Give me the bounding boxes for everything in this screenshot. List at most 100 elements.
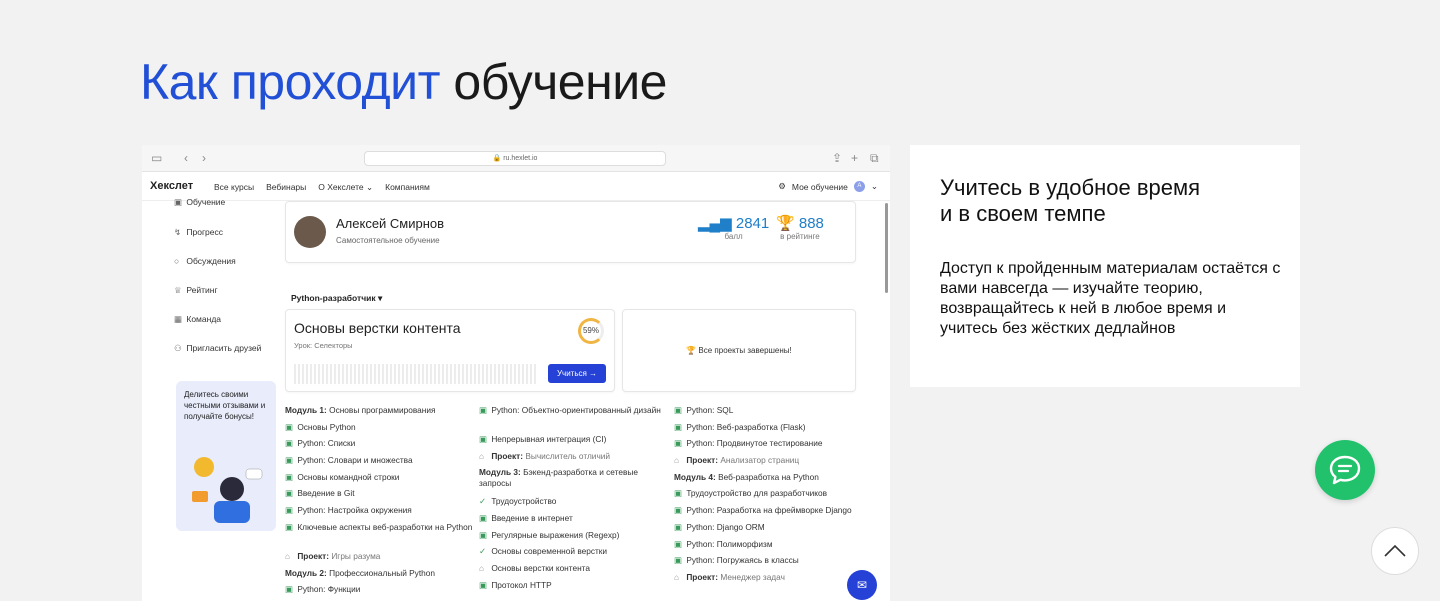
book-icon: ▣ bbox=[479, 579, 487, 590]
user-card: Алексей Смирнов Самостоятельное обучение… bbox=[285, 201, 856, 263]
module-heading: Модуль 3: Бэкенд-разработка и сетевые за… bbox=[479, 467, 638, 489]
url-bar: 🔒 ru.hexlet.io bbox=[364, 151, 666, 166]
lesson-item: ⌂ Основы верстки контента bbox=[479, 563, 590, 574]
site-logo: Хекслет bbox=[150, 180, 194, 192]
lesson-item: ▣ Python: Продвинутое тестирование bbox=[674, 438, 823, 449]
sidebar-item-team: ▦ Команда bbox=[174, 314, 222, 324]
back-icon: ‹ bbox=[184, 151, 188, 165]
url-text: ru.hexlet.io bbox=[503, 155, 538, 162]
lesson-item: ▣ Непрерывная интеграция (CI) bbox=[479, 434, 607, 444]
lesson-item: ▣ Введение в Git bbox=[285, 488, 355, 499]
lesson-item: ▣ Python: Погружаясь в классы bbox=[674, 555, 799, 566]
chat-button[interactable] bbox=[1315, 440, 1375, 500]
lesson-item: ▣ Протокол HTTP bbox=[479, 579, 552, 590]
sidebar-item-learning: ▣ Обучение bbox=[174, 197, 226, 207]
module-heading: Модуль 2: Профессиональный Python bbox=[285, 567, 435, 578]
project-item: ⌂ Проект: Вычислитель отличий bbox=[479, 450, 611, 461]
user-photo bbox=[294, 216, 326, 248]
course-lesson: Урок: Селекторы bbox=[294, 341, 353, 350]
sidebar-item-rating: ♕ Рейтинг bbox=[174, 285, 218, 295]
lesson-item: ▣ Python: Функции bbox=[285, 584, 361, 595]
book-icon: ▣ bbox=[674, 538, 682, 549]
rank-value: 888 bbox=[798, 215, 824, 232]
sidebar-item-progress: ↯ Прогресс bbox=[174, 227, 223, 237]
lesson-item: ▣ Python: Полиморфизм bbox=[674, 538, 773, 549]
promo-banner: Делитесь своими честными отзывами и полу… bbox=[176, 381, 276, 531]
lock-icon: ⌂ bbox=[674, 571, 680, 582]
score-label: балл bbox=[724, 232, 743, 241]
chat-icon: ○ bbox=[174, 256, 180, 266]
nav-link-companies: Компаниям bbox=[385, 182, 430, 192]
book-icon: ▣ bbox=[479, 529, 487, 540]
book-icon: ▣ bbox=[285, 455, 293, 466]
book-icon: ▣ bbox=[174, 197, 183, 207]
platform-screenshot: ▭ ‹ › 🔒 ru.hexlet.io ⇪ + ⧉ Хекслет Все к… bbox=[142, 145, 890, 601]
my-learning-label: Мое обучение bbox=[791, 181, 848, 192]
project-item: ⌂ Проект: Менеджер задач bbox=[674, 571, 785, 582]
lock-icon: ⌂ bbox=[285, 550, 291, 561]
scrollbar bbox=[885, 203, 888, 293]
rank-stat: 🏆 888 в рейтинге bbox=[776, 214, 824, 241]
book-icon: ▣ bbox=[674, 505, 682, 516]
lesson-item: ▣ Python: Словари и множества bbox=[285, 455, 413, 466]
title-rest: обучение bbox=[453, 54, 667, 110]
lesson-item: ▣ Python: Списки bbox=[285, 438, 356, 449]
book-icon: ▣ bbox=[479, 405, 487, 415]
learning-mode: Самостоятельное обучение bbox=[336, 236, 440, 245]
avatar: A bbox=[853, 181, 865, 192]
chevron-down-icon: ⌄ bbox=[870, 181, 878, 191]
book-icon: ▣ bbox=[285, 421, 293, 432]
check-icon: ✓ bbox=[479, 546, 486, 557]
lesson-item: ▣ Ключевые аспекты веб-разработки на Pyt… bbox=[285, 521, 473, 532]
book-icon: ▣ bbox=[674, 555, 682, 566]
modules-column-1: Модуль 1: Основы программирования ▣ Основ… bbox=[285, 405, 475, 601]
book-icon: ▣ bbox=[285, 521, 293, 532]
course-title: Основы верстки контента bbox=[294, 320, 461, 336]
book-icon: ▣ bbox=[479, 434, 487, 444]
lesson-item: ▣ Python: Настройка окружения bbox=[285, 505, 412, 516]
chat-bubble-icon bbox=[1329, 455, 1361, 485]
book-icon: ▣ bbox=[674, 421, 682, 432]
book-icon: ▣ bbox=[285, 488, 293, 499]
book-icon: ▣ bbox=[285, 438, 293, 449]
info-text: Доступ к пройденным материалам остаётся … bbox=[940, 260, 1281, 337]
sidebar-item-invite: ⚇ Пригласить друзей bbox=[174, 343, 262, 353]
browser-chrome: ▭ ‹ › 🔒 ru.hexlet.io ⇪ + ⧉ bbox=[142, 145, 890, 172]
team-icon: ▦ bbox=[174, 314, 183, 324]
score-value: 2841 bbox=[735, 215, 770, 232]
support-chat-icon: ✉ bbox=[847, 570, 877, 600]
chevron-up-icon bbox=[1384, 545, 1406, 557]
lesson-item: ▣ Основы командной строки bbox=[285, 471, 400, 482]
module-heading: Модуль 4: Веб-разработка на Python bbox=[674, 471, 819, 482]
lesson-item: ▣ Трудоустройство для разработчиков bbox=[674, 488, 828, 499]
info-card: Учитесь в удобное время и в своем темпе … bbox=[910, 145, 1300, 387]
lesson-item: ▣ Основы Python bbox=[285, 421, 356, 432]
lock-icon: ⌂ bbox=[479, 563, 485, 574]
current-course-card: Основы верстки контента Урок: Селекторы … bbox=[285, 309, 615, 392]
trophy-icon: 🏆 bbox=[776, 215, 795, 232]
sidebar-toggle-icon: ▭ bbox=[151, 151, 163, 165]
book-icon: ▣ bbox=[479, 513, 487, 524]
course-progress: 59% bbox=[578, 318, 604, 344]
info-title: Учитесь в удобное время и в своем темпе bbox=[940, 175, 1201, 226]
lesson-item: ▣ Введение в интернет bbox=[479, 513, 573, 524]
project-item: ⌂ Проект: Анализатор страниц bbox=[674, 455, 800, 466]
book-icon: ▣ bbox=[285, 584, 293, 595]
modules-column-2: ▣ Python: Объектно-ориентированный дизай… bbox=[479, 405, 669, 597]
modules-column-3: ▣ Python: SQL ▣ Python: Веб-разработка (F… bbox=[674, 405, 864, 589]
trophy-icon: 🏆 bbox=[686, 346, 697, 355]
share-icon: ⇪ bbox=[832, 151, 843, 165]
lesson-item: ▣ Python: Веб-разработка (Flask) bbox=[674, 421, 806, 432]
learn-button: Учиться → bbox=[548, 364, 606, 383]
module-heading: Модуль 1: Основы программирования bbox=[285, 405, 436, 415]
lesson-item: ▣ Python: Объектно-ориентированный дизай… bbox=[479, 405, 661, 415]
scroll-to-top-button[interactable] bbox=[1371, 527, 1419, 575]
my-learning: ⚙ Мое обучение A ⌄ bbox=[778, 181, 878, 192]
invite-icon: ⚇ bbox=[174, 343, 182, 353]
rank-label: в рейтинге bbox=[780, 232, 820, 241]
lesson-item: ▣ Python: SQL bbox=[674, 405, 734, 415]
lock-icon: ⌂ bbox=[479, 450, 485, 461]
projects-card: 🏆 Все проекты завершены! bbox=[622, 309, 856, 392]
track-selector: Python-разработчик ▾ bbox=[291, 293, 383, 303]
book-icon: ▣ bbox=[674, 405, 682, 415]
